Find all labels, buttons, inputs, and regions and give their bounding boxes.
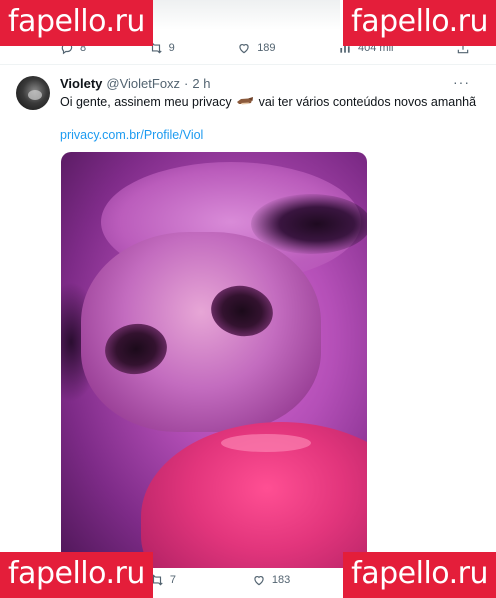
photo-tongue-highlight (221, 434, 311, 452)
retweet-count: 9 (168, 42, 175, 54)
like-count: 189 (257, 42, 276, 54)
avatar[interactable] (16, 76, 50, 110)
watermark-bottom-right: fapello.ru (343, 552, 496, 598)
like-button[interactable]: 189 (237, 41, 276, 55)
tweet-divider (0, 64, 496, 65)
separator-dot: · (184, 76, 189, 91)
tweet-like-count: 183 (271, 574, 291, 586)
tweet-time[interactable]: 2 h (192, 76, 210, 91)
privacy-link[interactable]: privacy.com.br/Profile/Viol (60, 128, 203, 142)
more-options-button[interactable]: ··· (453, 74, 470, 90)
heart-icon (254, 576, 264, 586)
tweet-text-start: Oi gente, assinem meu privacy (60, 95, 232, 109)
tweet-retweet-button[interactable]: 7 (150, 573, 176, 587)
fox-emoji-icon (237, 97, 254, 105)
watermark-top-left: fapello.ru (0, 0, 153, 46)
tweet-like-button[interactable]: 183 (252, 573, 290, 587)
tweet-retweet-count: 7 (169, 574, 176, 586)
tweet-text-end: vai ter vários conteúdos novos amanhã (258, 95, 477, 109)
tweet-header: Violety @VioletFoxz · 2 h (60, 76, 210, 91)
heart-icon (239, 44, 249, 54)
watermark-top-right: fapello.ru (343, 0, 496, 46)
author-name[interactable]: Violety (60, 76, 102, 91)
watermark-bottom-left: fapello.ru (0, 552, 153, 598)
tweet-text: Oi gente, assinem meu privacy vai ter vá… (60, 95, 476, 109)
author-handle[interactable]: @VioletFoxz (106, 76, 180, 91)
tweet-photo[interactable] (61, 152, 367, 568)
